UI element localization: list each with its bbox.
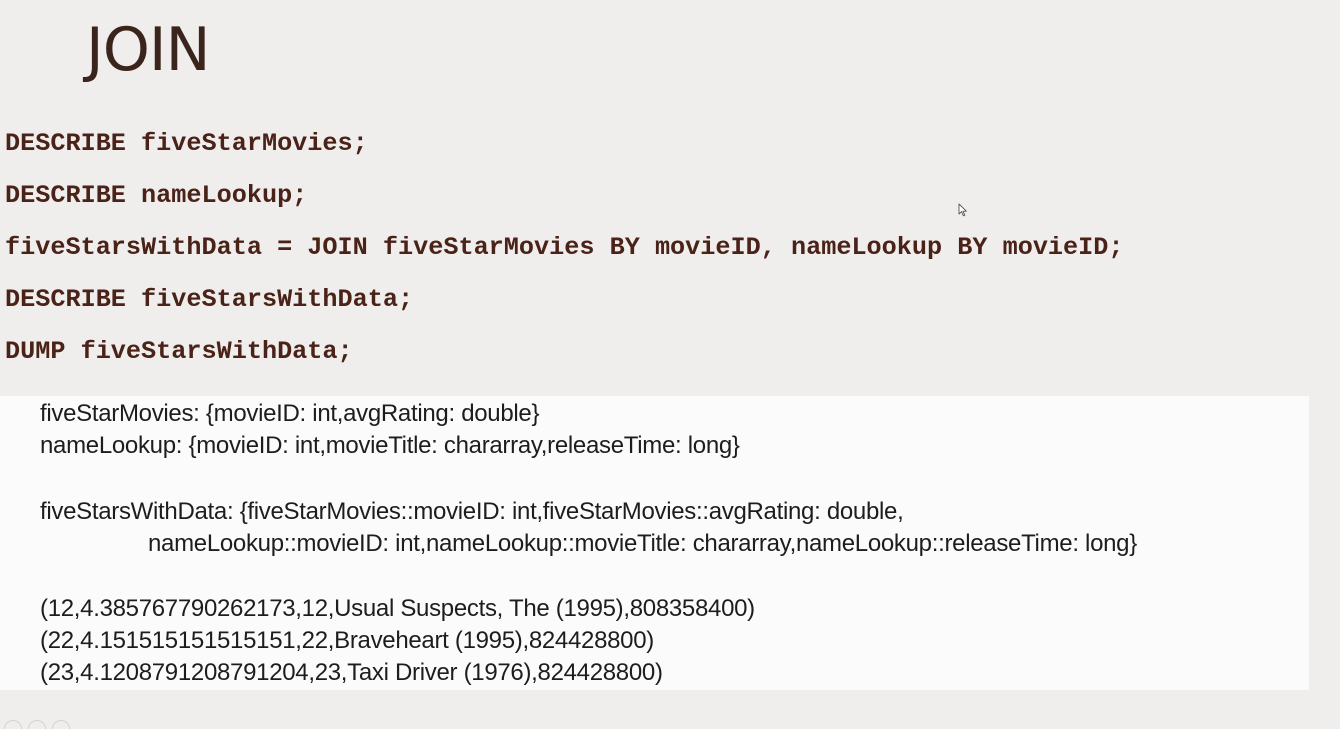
- dump-row: (22,4.151515151515151,22,Braveheart (199…: [40, 627, 654, 654]
- dump-row: (23,4.1208791208791204,23,Taxi Driver (1…: [40, 659, 663, 686]
- menu-control-icon[interactable]: [52, 720, 70, 729]
- player-controls: [4, 720, 70, 729]
- code-line-describe-fivestarswithdata: DESCRIBE fiveStarsWithData;: [5, 285, 414, 314]
- code-block: DESCRIBE fiveStarMovies; DESCRIBE nameLo…: [5, 118, 1340, 378]
- mouse-pointer-icon: [958, 203, 967, 217]
- code-line-describe-fivestarmovies: DESCRIBE fiveStarMovies;: [5, 129, 368, 158]
- code-line-describe-namelookup: DESCRIBE nameLookup;: [5, 181, 308, 210]
- schema-line-fivestarswithdata: fiveStarsWithData: {fiveStarMovies::movi…: [40, 498, 904, 525]
- code-line-join: fiveStarsWithData = JOIN fiveStarMovies …: [5, 233, 1124, 262]
- schema-line-fivestarswithdata-continued: nameLookup::movieID: int,nameLookup::mov…: [148, 530, 1137, 557]
- playback-control-icon[interactable]: [4, 720, 22, 729]
- code-line-dump: DUMP fiveStarsWithData;: [5, 337, 353, 366]
- schema-line-fivestarmovies: fiveStarMovies: {movieID: int,avgRating:…: [40, 400, 540, 427]
- schema-line-namelookup: nameLookup: {movieID: int,movieTitle: ch…: [40, 432, 740, 459]
- dump-row: (12,4.385767790262173,12,Usual Suspects,…: [40, 595, 755, 622]
- output-panel: fiveStarMovies: {movieID: int,avgRating:…: [0, 396, 1309, 690]
- slide-title: JOIN: [86, 15, 210, 85]
- search-control-icon[interactable]: [28, 720, 46, 729]
